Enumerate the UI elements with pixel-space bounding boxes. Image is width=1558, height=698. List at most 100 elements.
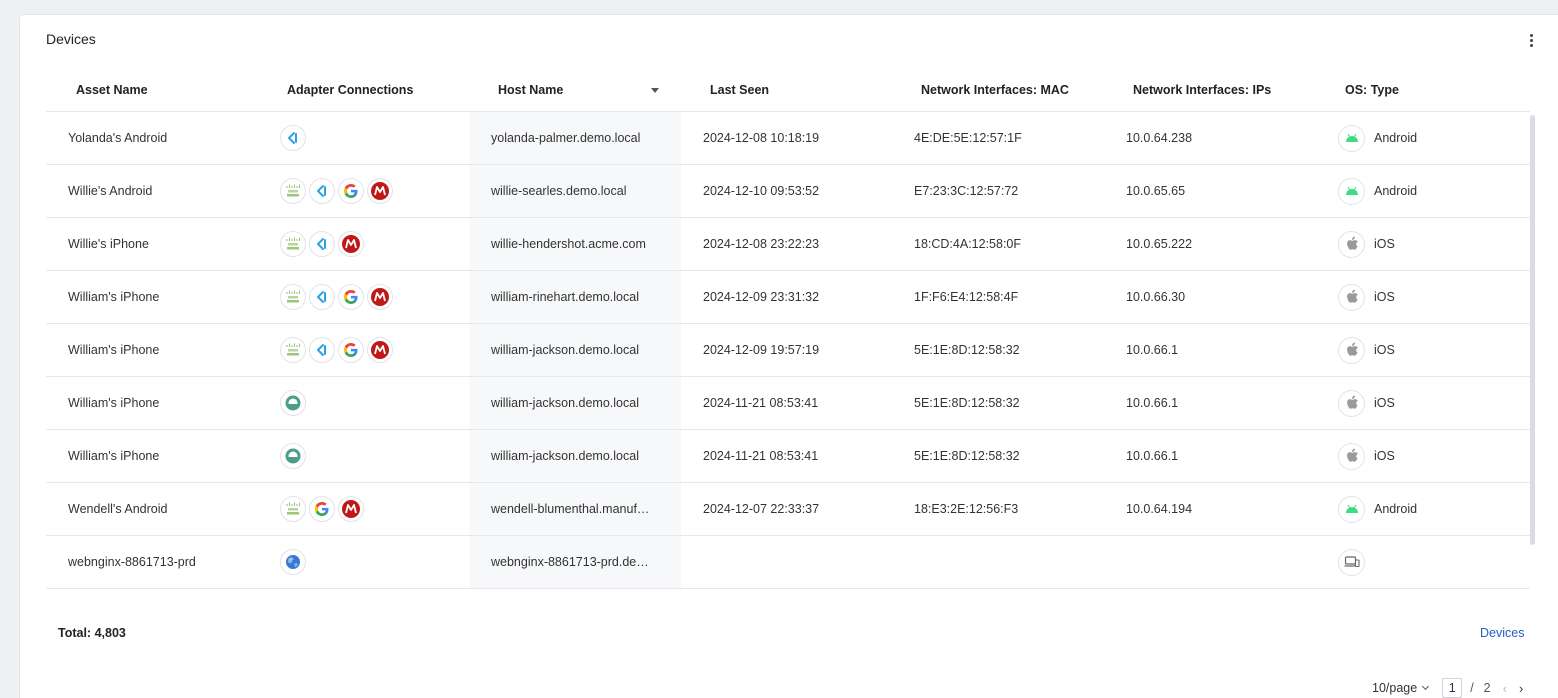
last-seen: 2024-12-07 22:33:37 [703, 502, 820, 516]
mcafee-adapter-icon[interactable] [338, 231, 364, 257]
more-vertical-icon[interactable] [1523, 31, 1539, 49]
table-row[interactable]: Willie's Android willie-searles.demo.loca… [46, 165, 1530, 218]
last-seen-cell [703, 536, 903, 588]
cisco-meraki-adapter-icon[interactable] [280, 337, 306, 363]
host-name-cell: william-jackson.demo.local [491, 324, 671, 376]
table-row[interactable]: Willie's iPhone willie-hendershot.acme.co… [46, 218, 1530, 271]
asset-name-cell: William's iPhone [68, 430, 268, 482]
page-size-select[interactable]: 10/page [1372, 681, 1430, 695]
apple-icon [1338, 442, 1365, 470]
current-page-input[interactable]: 1 [1442, 678, 1463, 698]
host-name: webnginx-8861713-prd.de… [491, 555, 649, 569]
table-row[interactable]: Yolanda's Android yolanda-palmer.demo.loc… [46, 112, 1530, 165]
adapter-connections-cell [280, 430, 480, 482]
google-adapter-icon[interactable] [338, 178, 364, 204]
ip-address: 10.0.66.1 [1126, 343, 1179, 357]
page-separator: / [1470, 681, 1474, 695]
cisco-meraki-adapter-icon[interactable] [280, 284, 306, 310]
table-row[interactable]: William's iPhone william-jackson.demo.loc… [46, 430, 1530, 483]
intune-adapter-icon[interactable] [309, 337, 335, 363]
chevron-down-icon [1422, 682, 1430, 691]
asset-name-cell: Willie's iPhone [68, 218, 268, 270]
host-name: willie-hendershot.acme.com [491, 237, 646, 251]
asset-name: William's iPhone [68, 449, 160, 463]
last-seen-cell: 2024-12-07 22:33:37 [703, 483, 903, 535]
intune-adapter-icon[interactable] [309, 231, 335, 257]
mac-address: 5E:1E:8D:12:58:32 [914, 396, 1020, 410]
cisco-meraki-adapter-icon[interactable] [280, 178, 306, 204]
host-name-cell: yolanda-palmer.demo.local [491, 112, 671, 164]
column-header-ips[interactable]: Network Interfaces: IPs [1133, 67, 1271, 112]
intune-adapter-icon[interactable] [280, 125, 306, 151]
mac-address-cell: 5E:1E:8D:12:58:32 [914, 377, 1114, 429]
last-seen-cell: 2024-11-21 08:53:41 [703, 430, 903, 482]
adapter-connections-cell [280, 218, 480, 270]
cisco-meraki-adapter-icon[interactable] [280, 496, 306, 522]
os-type-cell: iOS [1338, 218, 1528, 270]
sort-desc-icon[interactable] [651, 88, 659, 93]
asset-name: Wendell's Android [68, 502, 168, 516]
adapter-connections-cell [280, 483, 480, 535]
google-adapter-icon[interactable] [338, 337, 364, 363]
os-type: Android [1374, 131, 1418, 145]
adapter-connections-cell [280, 324, 480, 376]
adapter-connections-cell [280, 271, 480, 323]
asset-name-cell: Yolanda's Android [68, 112, 268, 164]
globe-adapter-icon[interactable] [280, 549, 306, 575]
column-header-os-type[interactable]: OS: Type [1345, 67, 1399, 112]
intune-adapter-icon[interactable] [309, 178, 335, 204]
column-header-last-seen[interactable]: Last Seen [710, 67, 769, 112]
column-header-host-name[interactable]: Host Name [498, 67, 563, 112]
adapter-connections-cell [280, 377, 480, 429]
column-header-mac[interactable]: Network Interfaces: MAC [921, 67, 1069, 112]
asset-name-cell: Wendell's Android [68, 483, 268, 535]
os-type: iOS [1374, 290, 1395, 304]
next-page-icon[interactable]: › [1519, 681, 1523, 696]
ip-address: 10.0.66.1 [1126, 449, 1179, 463]
ring-adapter-icon[interactable] [280, 390, 306, 416]
pagination: 10/page 1 / 2 ‹ › [1372, 677, 1523, 698]
mcafee-adapter-icon[interactable] [367, 178, 393, 204]
table-row[interactable]: William's iPhone william-jackson.demo.loc… [46, 324, 1530, 377]
mac-address-cell: 5E:1E:8D:12:58:32 [914, 324, 1114, 376]
table-row[interactable]: William's iPhone william-jackson.demo.loc… [46, 377, 1530, 430]
ip-address: 10.0.66.1 [1126, 396, 1179, 410]
asset-name: Willie's iPhone [68, 237, 149, 251]
ip-address-cell: 10.0.66.30 [1126, 271, 1326, 323]
host-name: william-rinehart.demo.local [491, 290, 639, 304]
mcafee-adapter-icon[interactable] [367, 284, 393, 310]
page-size-value: 10/page [1372, 681, 1418, 695]
column-header-asset-name[interactable]: Asset Name [76, 67, 148, 112]
asset-name: Willie's Android [68, 184, 153, 198]
os-type-cell: iOS [1338, 271, 1528, 323]
column-header-adapter-connections[interactable]: Adapter Connections [287, 67, 413, 112]
mac-address: 18:E3:2E:12:56:F3 [914, 502, 1019, 516]
os-type-cell: Android [1338, 112, 1528, 164]
asset-name-cell: Willie's Android [68, 165, 268, 217]
ring-adapter-icon[interactable] [280, 443, 306, 469]
last-seen-cell: 2024-12-09 19:57:19 [703, 324, 903, 376]
devices-link[interactable]: Devices [1480, 626, 1524, 640]
last-seen: 2024-12-08 10:18:19 [703, 131, 820, 145]
host-name-cell: willie-searles.demo.local [491, 165, 671, 217]
table-row[interactable]: William's iPhone william-rinehart.demo.lo… [46, 271, 1530, 324]
table-row[interactable]: Wendell's Android wendell-blumenthal.manu… [46, 483, 1530, 536]
asset-name: Yolanda's Android [68, 131, 168, 145]
ip-address-cell: 10.0.65.65 [1126, 165, 1326, 217]
cisco-meraki-adapter-icon[interactable] [280, 231, 306, 257]
os-type: iOS [1374, 449, 1395, 463]
host-name-cell: william-jackson.demo.local [491, 430, 671, 482]
mcafee-adapter-icon[interactable] [338, 496, 364, 522]
google-adapter-icon[interactable] [309, 496, 335, 522]
last-seen-cell: 2024-12-08 23:22:23 [703, 218, 903, 270]
host-name: william-jackson.demo.local [491, 343, 639, 357]
mac-address: 1F:F6:E4:12:58:4F [914, 290, 1019, 304]
mac-address-cell: 5E:1E:8D:12:58:32 [914, 430, 1114, 482]
table-scrollbar[interactable] [1530, 115, 1535, 545]
android-icon [1338, 495, 1365, 523]
table-row[interactable]: webnginx-8861713-prd webnginx-8861713-prd… [46, 536, 1530, 589]
mcafee-adapter-icon[interactable] [367, 337, 393, 363]
intune-adapter-icon[interactable] [309, 284, 335, 310]
prev-page-icon[interactable]: ‹ [1503, 681, 1507, 696]
google-adapter-icon[interactable] [338, 284, 364, 310]
